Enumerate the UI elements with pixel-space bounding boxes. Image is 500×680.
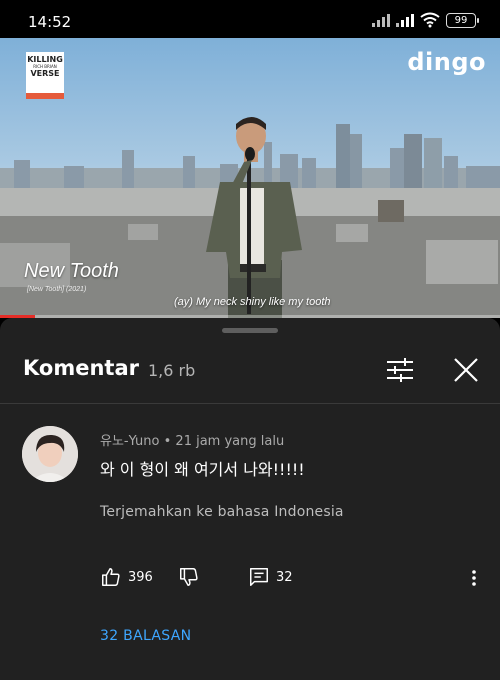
- reply-count: 32: [276, 569, 293, 585]
- video-caption: (ay) My neck shiny like my tooth: [174, 296, 331, 308]
- comment-text: 와 이 형이 왜 여기서 나와!!!!!: [100, 460, 305, 479]
- like-button[interactable]: 396: [100, 566, 153, 588]
- close-icon: [454, 358, 478, 382]
- dislike-button[interactable]: [178, 566, 200, 588]
- filter-sliders-icon: [387, 358, 413, 382]
- comments-sheet: Komentar 1,6 rb 유노-Yuno • 21 jam yang la…: [0, 318, 500, 680]
- comments-count: 1,6 rb: [148, 361, 196, 380]
- more-options-button[interactable]: [464, 568, 484, 588]
- comment-icon: [250, 568, 268, 586]
- show-logo-line1: KILLING: [27, 55, 63, 64]
- battery-icon: 99: [446, 12, 479, 28]
- thumbs-up-icon: [102, 568, 120, 586]
- drag-handle[interactable]: [222, 328, 278, 333]
- filter-button[interactable]: [384, 354, 416, 386]
- video-player[interactable]: KILLING RICH BRIAN VERSE dingo New Tooth…: [0, 38, 500, 318]
- view-replies-link[interactable]: 32 BALASAN: [100, 628, 191, 644]
- show-logo-line3: VERSE: [30, 69, 60, 78]
- avatar-image: [22, 426, 78, 482]
- reply-button[interactable]: 32: [248, 566, 293, 588]
- status-icons: 99: [372, 12, 479, 28]
- battery-level: 99: [454, 14, 468, 26]
- like-count: 396: [128, 569, 153, 585]
- comments-title: Komentar: [23, 356, 139, 380]
- signal-icon-2: [396, 13, 414, 27]
- wifi-icon: [420, 12, 440, 28]
- status-bar: 14:52 99: [0, 0, 500, 38]
- thumbs-down-icon: [180, 568, 198, 586]
- avatar[interactable]: [22, 426, 78, 482]
- more-vert-icon: [472, 570, 476, 586]
- song-subtitle: [New Tooth] (2021): [27, 286, 87, 293]
- comment-actions: 396 32: [100, 566, 490, 590]
- comment-meta: 유노-Yuno • 21 jam yang lalu: [100, 434, 285, 449]
- close-button[interactable]: [450, 354, 482, 386]
- translate-link[interactable]: Terjemahkan ke bahasa Indonesia: [100, 504, 344, 520]
- divider: [0, 403, 500, 404]
- song-title: New Tooth: [24, 260, 119, 282]
- channel-brand: dingo: [407, 48, 486, 76]
- status-time: 14:52: [28, 13, 72, 31]
- signal-icon: [372, 13, 390, 27]
- show-logo: KILLING RICH BRIAN VERSE: [26, 52, 64, 99]
